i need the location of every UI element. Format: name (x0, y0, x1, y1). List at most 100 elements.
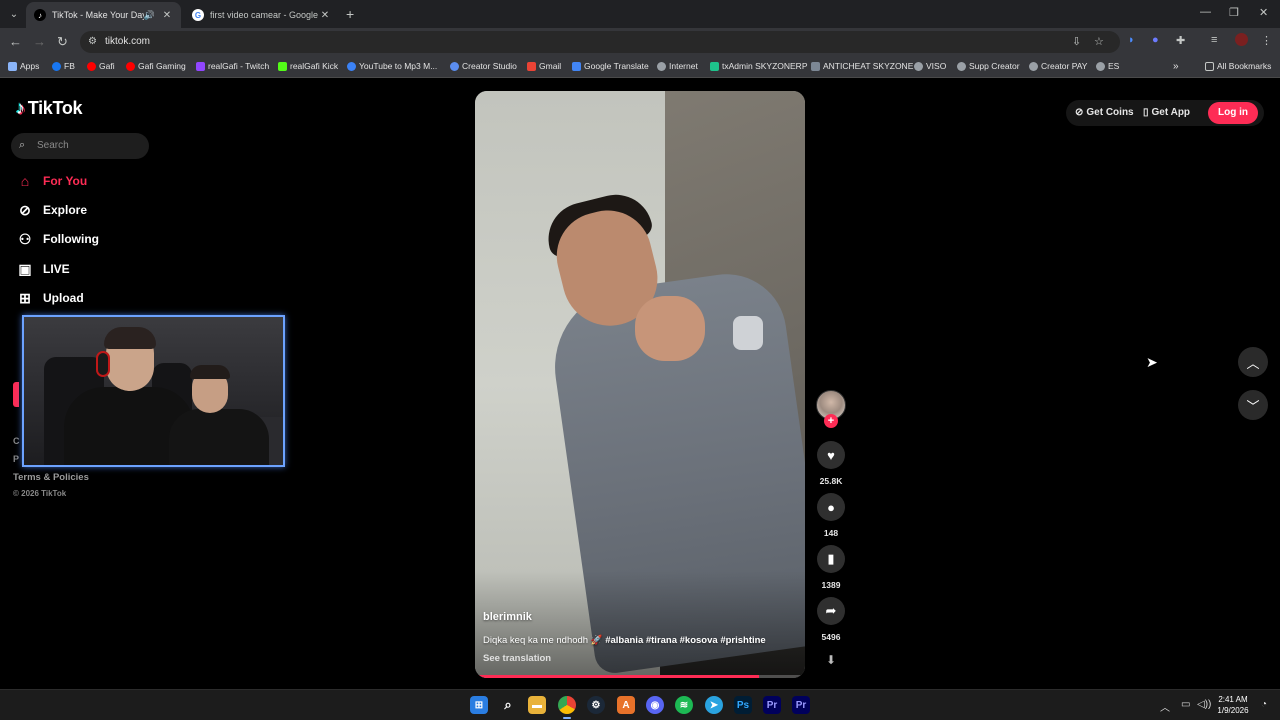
url-text[interactable]: tiktok.com (105, 36, 150, 47)
bookmark-creator-pay[interactable]: Creator PAY (1029, 61, 1087, 71)
nav-upload[interactable]: ⊞ Upload (16, 288, 84, 308)
nav-following[interactable]: ⚇ Following (16, 229, 99, 249)
bookmark-star-icon[interactable]: ☆ (1094, 35, 1104, 48)
reload-icon[interactable]: ↻ (57, 34, 68, 50)
close-window-icon[interactable]: ✕ (1259, 6, 1268, 19)
profile-avatar[interactable] (1235, 33, 1248, 46)
extensions-puzzle-icon[interactable]: ✚ (1176, 34, 1185, 47)
tiktok-page: ♪ TikTok ⌕ Search ⌂ For You ⊘ Explore ⚇ … (0, 79, 1280, 689)
tiktok-favicon-icon: ♪ (34, 9, 46, 21)
back-icon[interactable]: ← (9, 34, 22, 49)
bookmark-gafi[interactable]: Gafi (87, 61, 115, 71)
video-subject-hand (635, 296, 705, 361)
comment-icon: ● (827, 499, 835, 515)
search-icon[interactable]: ⌕ (499, 696, 517, 714)
tab-search-button[interactable]: ⌄ (4, 4, 24, 24)
new-tab-icon[interactable]: + (346, 6, 354, 22)
bookmark-txadmin[interactable]: txAdmin SKYZONERP (710, 61, 808, 71)
media-control-icon[interactable]: ≡ (1211, 34, 1217, 46)
bookmark-es[interactable]: ES (1096, 61, 1119, 71)
bookmark-yt-mp3[interactable]: YouTube to Mp3 M... (347, 61, 437, 71)
tray-overflow-icon[interactable]: ︿ (1160, 699, 1170, 714)
video-progress-bar[interactable] (475, 675, 805, 678)
photoshop-icon[interactable]: Ps (734, 696, 752, 714)
speaker-icon[interactable]: 🔊 (144, 10, 155, 21)
tab-tiktok[interactable]: ♪ TikTok - Make Your Day 🔊 ✕ (26, 2, 181, 28)
search-input[interactable]: ⌕ Search (11, 133, 149, 159)
footer-link-fragment[interactable]: P (13, 454, 19, 464)
address-bar[interactable]: ⚙ tiktok.com ⇩ ☆ (80, 31, 1120, 53)
file-explorer-icon[interactable]: ▬ (528, 696, 546, 714)
like-button[interactable]: ♥ (817, 441, 845, 469)
login-button-partial[interactable] (13, 382, 19, 407)
minimize-icon[interactable]: — (1200, 6, 1211, 18)
premiere-icon[interactable]: Pr (763, 696, 781, 714)
bookmark-gmail[interactable]: Gmail (527, 61, 561, 71)
google-favicon-icon: G (192, 9, 204, 21)
bookmark-gafi-gaming[interactable]: Gafi Gaming (126, 61, 186, 71)
spotify-icon[interactable]: ≋ (675, 696, 693, 714)
network-icon[interactable]: ▭ (1181, 699, 1190, 710)
chrome-icon[interactable] (558, 696, 576, 714)
all-bookmarks-button[interactable]: All Bookmarks (1205, 61, 1271, 71)
windows-start-icon[interactable]: ⊞ (470, 696, 488, 714)
bookmarks-overflow-icon[interactable]: » (1173, 61, 1179, 72)
bookmark-google-translate[interactable]: Google Translate (572, 61, 649, 71)
install-app-icon[interactable]: ⇩ (1072, 35, 1081, 48)
bookmark-anticheat[interactable]: ANTICHEAT SKYZONE (811, 61, 913, 71)
restore-icon[interactable]: ❐ (1229, 6, 1239, 19)
terms-policies-link[interactable]: Terms & Policies (13, 472, 89, 483)
active-app-indicator (563, 717, 571, 719)
nav-explore[interactable]: ⊘ Explore (16, 200, 87, 220)
menu-kebab-icon[interactable]: ⋮ (1261, 34, 1272, 47)
premiere-icon[interactable]: Pr (792, 696, 810, 714)
login-button[interactable]: Log in (1208, 102, 1258, 124)
nav-for-you[interactable]: ⌂ For You (16, 171, 87, 191)
discord-icon[interactable]: ◉ (646, 696, 664, 714)
nav-live[interactable]: ▣ LIVE (16, 259, 69, 279)
video-author[interactable]: blerimnik (483, 611, 532, 623)
bookmark-creator-studio[interactable]: Creator Studio (450, 61, 517, 71)
next-video-button[interactable]: ﹀ (1238, 390, 1268, 420)
bookmark-kick[interactable]: realGafi Kick (278, 61, 338, 71)
music-disc-icon[interactable]: ⬇ (820, 653, 842, 675)
tab-google-search[interactable]: G first video camear - Google Sea ✕ (184, 2, 339, 28)
forward-icon[interactable]: → (33, 34, 46, 49)
video-player[interactable]: blerimnik Diqka keq ka me ndhodh 🚀 #alba… (475, 91, 805, 678)
save-button[interactable]: ▮ (817, 545, 845, 573)
close-tab-icon[interactable]: ✕ (161, 10, 173, 21)
bookmark-viso[interactable]: VISO (914, 61, 946, 71)
get-app-button[interactable]: ▯ Get App (1143, 107, 1190, 118)
bookmark-internet[interactable]: Internet (657, 61, 698, 71)
comment-count: 148 (823, 528, 839, 538)
bookmark-fb[interactable]: FB (52, 61, 75, 71)
facebook-icon (52, 61, 61, 71)
notification-bell-icon[interactable]: ◔ (1261, 699, 1267, 710)
steam-icon[interactable]: ⚙ (587, 696, 605, 714)
share-button[interactable]: ➦ (817, 597, 845, 625)
close-tab-icon[interactable]: ✕ (319, 10, 331, 21)
get-coins-button[interactable]: ⊘ Get Coins (1075, 107, 1134, 118)
tiktok-logo[interactable]: ♪ TikTok (16, 98, 83, 119)
yt-mp3-icon (347, 61, 356, 71)
previous-video-button[interactable]: ︿ (1238, 347, 1268, 377)
bookmarks-bar: Apps FB Gafi Gafi Gaming realGafi - Twit… (0, 56, 1280, 78)
system-clock[interactable]: 2:41 AM 1/9/2026 (1210, 694, 1256, 716)
search-icon: ⌕ (19, 139, 26, 151)
bookmark-twitch[interactable]: realGafi - Twitch (196, 61, 269, 71)
footer-link-fragment[interactable]: C (13, 436, 20, 446)
extension-icon[interactable]: ◗ (1128, 34, 1135, 46)
translate-icon (572, 61, 581, 71)
site-info-icon[interactable]: ⚙ (88, 36, 97, 47)
bookmark-supp-creator[interactable]: Supp Creator (957, 61, 1020, 71)
git-app-icon[interactable]: A (617, 696, 635, 714)
extension-icon[interactable]: ● (1152, 34, 1159, 46)
caption-hashtags[interactable]: #albania #tirana #kosova #prishtine (605, 635, 766, 646)
phone-icon: ▯ (1143, 107, 1149, 118)
comment-button[interactable]: ● (817, 493, 845, 521)
globe-icon (1029, 61, 1038, 71)
bookmark-apps[interactable]: Apps (8, 61, 39, 71)
follow-plus-icon[interactable]: + (824, 414, 838, 428)
telegram-icon[interactable]: ➤ (705, 696, 723, 714)
see-translation-link[interactable]: See translation (483, 653, 551, 664)
